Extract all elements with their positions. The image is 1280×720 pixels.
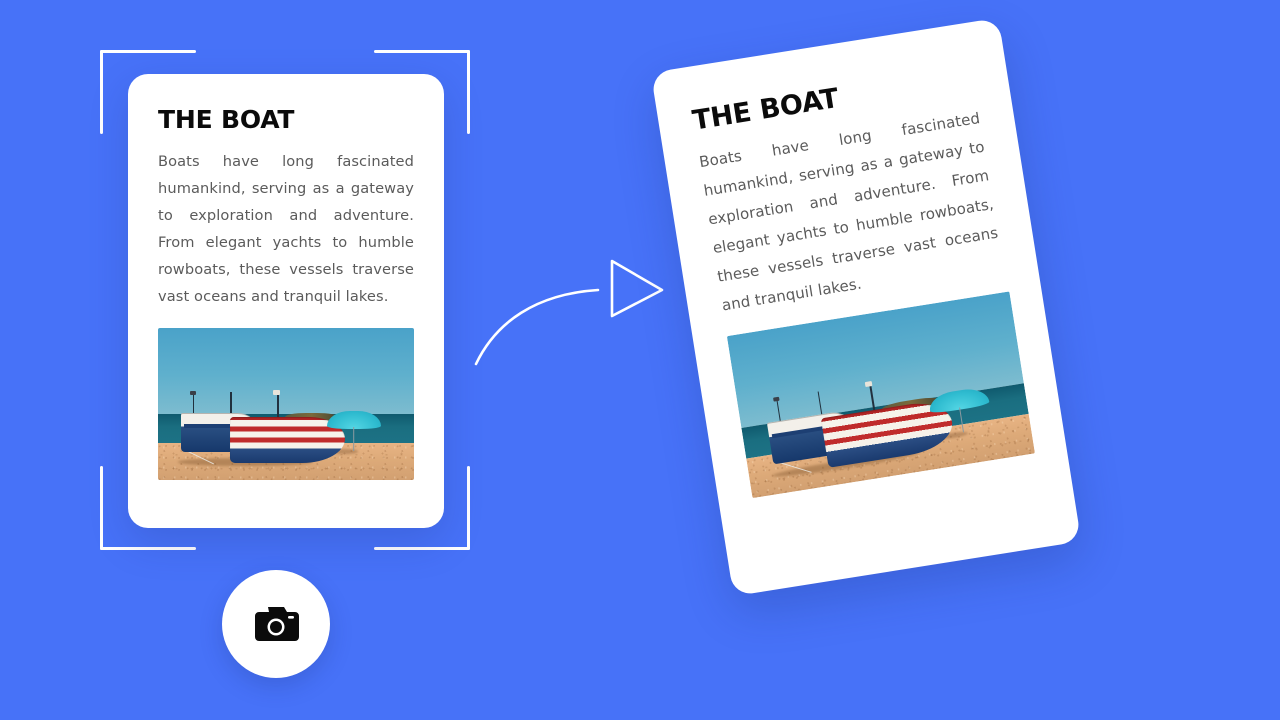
card-body-original: Boats have long fascinated humankind, se… <box>158 152 414 305</box>
umbrella-pole <box>353 426 355 451</box>
bracket-line-horizontal <box>100 50 196 53</box>
bracket-line-horizontal <box>374 50 470 53</box>
bracket-line-vertical <box>467 466 470 550</box>
boat-flag <box>190 390 197 395</box>
card-photo-original <box>158 327 414 480</box>
card-photo-captured <box>726 291 1035 498</box>
photo-beach-umbrella <box>326 411 381 451</box>
bracket-line-vertical <box>100 50 103 134</box>
curved-arrow-right-icon <box>474 259 664 366</box>
bracket-line-horizontal <box>374 547 470 550</box>
original-card: THE BOAT Boats have long fascinated huma… <box>128 74 444 528</box>
captured-card: THE BOAT Boats have long fascinated huma… <box>650 17 1082 597</box>
card-title-original: THE BOAT <box>158 105 295 134</box>
bracket-line-horizontal <box>100 547 196 550</box>
screenshot-stage: THE BOAT Boats have long fascinated huma… <box>0 0 1280 720</box>
bracket-line-vertical <box>100 466 103 550</box>
card-body-captured: Boats have long fascinated humankind, se… <box>697 108 1000 315</box>
bracket-line-vertical <box>467 50 470 134</box>
umbrella-pole <box>958 407 965 433</box>
camera-capture-button[interactable] <box>222 570 330 678</box>
boat-flag <box>273 389 281 395</box>
boat-mast <box>276 390 279 419</box>
photo-sky <box>158 327 414 415</box>
beach-photo <box>726 291 1035 498</box>
camera-icon <box>255 607 299 641</box>
beach-photo <box>158 327 414 480</box>
